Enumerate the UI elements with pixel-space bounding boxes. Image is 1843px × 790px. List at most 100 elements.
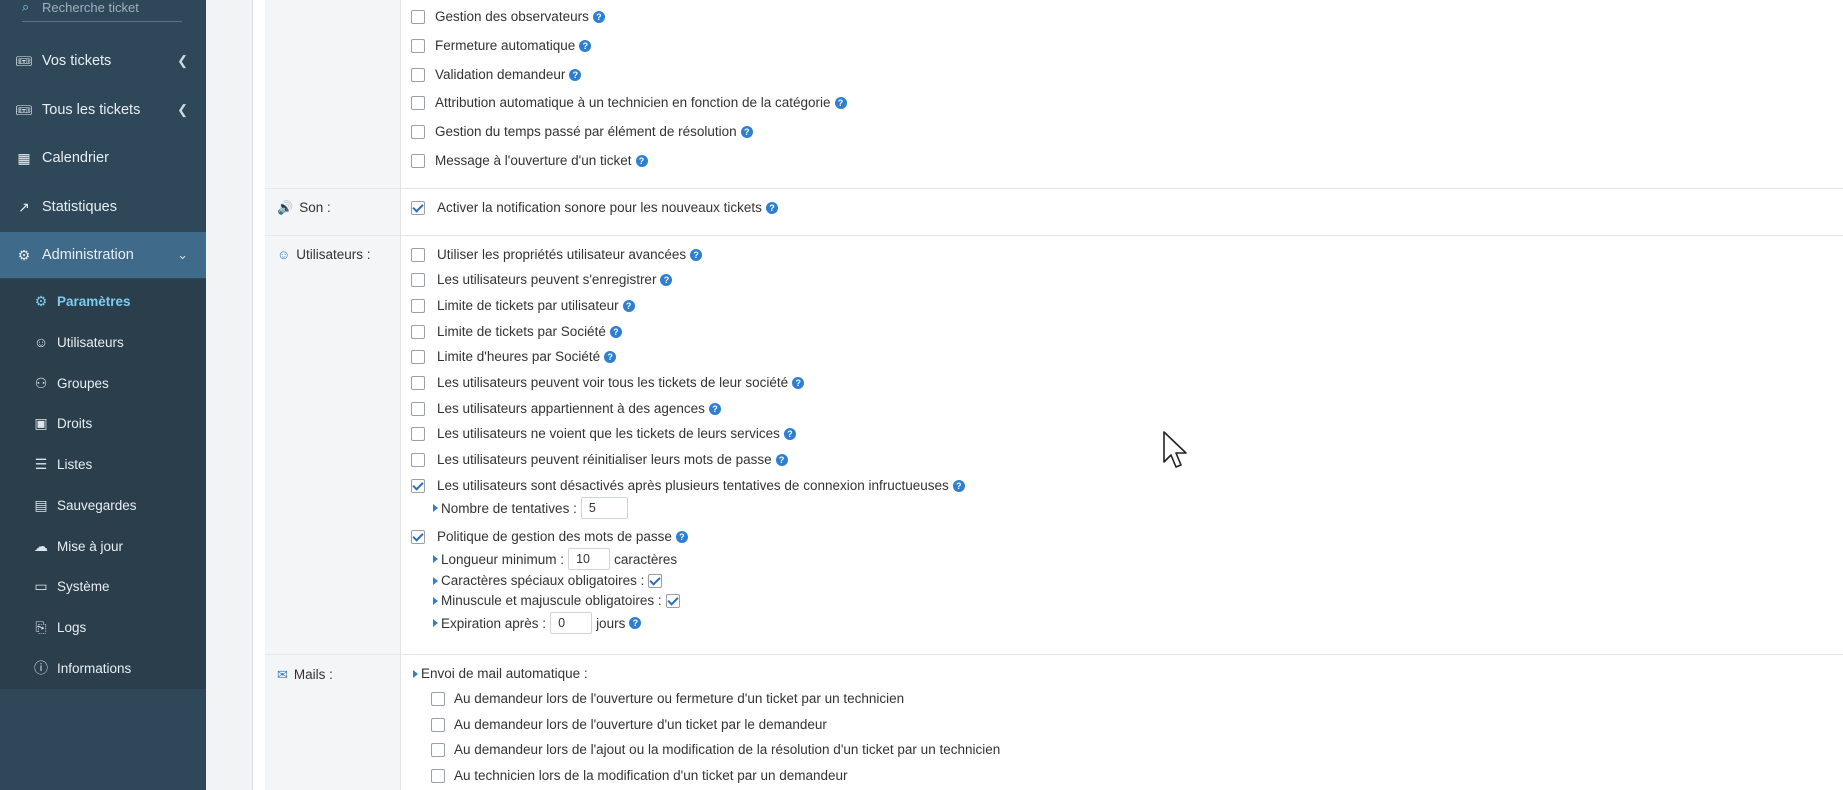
section-label-column: [265, 0, 401, 188]
checkbox-limite-heures-societe[interactable]: [411, 350, 425, 364]
field-label: Minuscule et majuscule obligatoires :: [441, 593, 662, 608]
checkbox-mail-resolution-technicien[interactable]: [431, 743, 445, 757]
help-icon[interactable]: ?: [675, 531, 688, 543]
checkbox-agences[interactable]: [411, 402, 425, 416]
mouse-cursor-icon: [1163, 431, 1187, 468]
checkbox-notification-sonore[interactable]: [411, 201, 425, 215]
help-icon[interactable]: ?: [604, 351, 617, 363]
help-icon[interactable]: ?: [569, 69, 582, 81]
nav-tous-les-tickets[interactable]: 🎟 Tous les tickets ❮: [0, 87, 206, 133]
option-label: Les utilisateurs peuvent s'enregistrer?: [437, 272, 673, 287]
option-label: Au demandeur lors de l'ouverture d'un ti…: [454, 717, 827, 732]
help-icon[interactable]: ?: [629, 617, 642, 629]
option-label: Utiliser les propriétés utilisateur avan…: [437, 247, 703, 262]
help-icon[interactable]: ?: [765, 202, 778, 214]
search-box[interactable]: ⌕ Recherche ticket: [22, 0, 182, 22]
sidebar-item-mise-a-jour[interactable]: ☁ Mise à jour: [0, 526, 206, 566]
field-unit: caractères: [614, 551, 678, 567]
checkbox-attribution-automatique[interactable]: [411, 96, 425, 110]
sidebar-item-logs[interactable]: ⎘ Logs: [0, 607, 206, 647]
field-label: Nombre de tentatives :: [441, 500, 577, 516]
nav-vos-tickets[interactable]: 🎟 Vos tickets ❮: [0, 38, 206, 84]
help-icon[interactable]: ?: [952, 480, 965, 492]
checkbox-gestion-temps[interactable]: [411, 125, 425, 139]
checkbox-tickets-services[interactable]: [411, 427, 425, 441]
checkbox-proprietes-avancees[interactable]: [411, 248, 425, 262]
checkbox-caracteres-speciaux[interactable]: [648, 573, 663, 588]
gear-icon: ⚙: [34, 292, 48, 309]
help-icon[interactable]: ?: [690, 249, 703, 261]
nav-calendrier[interactable]: ▦ Calendrier: [0, 135, 206, 181]
section-title-mails: ✉ Mails :: [277, 667, 333, 682]
help-icon[interactable]: ?: [775, 454, 788, 466]
sidebar-item-sauvegardes[interactable]: ▤ Sauvegardes: [0, 485, 206, 525]
longueur-input[interactable]: 10: [568, 548, 611, 570]
search-input[interactable]: Recherche ticket: [42, 0, 139, 15]
option-label: Au technicien lors de la modification d'…: [454, 768, 848, 783]
envelope-icon: ✉: [277, 667, 288, 682]
sidebar-item-systeme[interactable]: ▭ Système: [0, 566, 206, 606]
option-label: Les utilisateurs appartiennent à des age…: [437, 401, 721, 416]
checkbox-politique-mdp[interactable]: [411, 530, 425, 544]
sidebar-item-label: Droits: [57, 415, 93, 431]
option-label: Les utilisateurs sont désactivés après p…: [437, 478, 965, 493]
sidebar-item-label: Système: [57, 578, 110, 594]
tentatives-input[interactable]: 5: [580, 497, 628, 519]
checkbox-reinitialiser-mdp[interactable]: [411, 453, 425, 467]
help-icon[interactable]: ?: [834, 97, 847, 109]
expiration-input[interactable]: 0: [550, 612, 593, 634]
help-icon[interactable]: ?: [579, 40, 592, 52]
help-icon[interactable]: ?: [660, 274, 673, 286]
caret-right-icon: [433, 619, 438, 627]
nav-label: Calendrier: [42, 150, 109, 166]
checkbox-mail-ouverture-demandeur[interactable]: [431, 718, 445, 732]
checkbox-desactives-tentatives[interactable]: [411, 479, 425, 493]
ticket-icon: 🎟: [15, 52, 33, 69]
desktop-icon: ▭: [34, 577, 48, 594]
checkbox-validation-demandeur[interactable]: [411, 68, 425, 82]
sidebar-item-parametres[interactable]: ⚙ Paramètres: [0, 281, 206, 321]
checkbox-fermeture-automatique[interactable]: [411, 39, 425, 53]
checkbox-mail-ouverture-fermeture-technicien[interactable]: [431, 692, 445, 706]
nav-statistiques[interactable]: ↗ Statistiques: [0, 184, 206, 230]
checkbox-limite-tickets-societe[interactable]: [411, 325, 425, 339]
list-icon: ☰: [34, 455, 48, 472]
sidebar-item-groupes[interactable]: ⚇ Groupes: [0, 363, 206, 403]
sidebar-item-utilisateurs[interactable]: ☺ Utilisateurs: [0, 322, 206, 362]
help-icon[interactable]: ?: [792, 377, 805, 389]
checkbox-minuscule-majuscule[interactable]: [665, 593, 680, 608]
checkbox-message-ouverture[interactable]: [411, 154, 425, 168]
checkbox-mail-modification-demandeur[interactable]: [431, 769, 445, 783]
sidebar-item-label: Informations: [57, 660, 132, 676]
row-nombre-tentatives: Nombre de tentatives : 5: [433, 497, 632, 519]
sidebar-item-droits[interactable]: ▣ Droits: [0, 403, 206, 443]
help-icon[interactable]: ?: [609, 326, 622, 338]
help-icon[interactable]: ?: [708, 403, 721, 415]
volume-icon: 🔊: [277, 200, 294, 215]
sidebar-item-listes[interactable]: ☰ Listes: [0, 444, 206, 484]
nav-administration[interactable]: ⚙ Administration ⌄: [0, 232, 206, 278]
checkbox-limite-tickets-utilisateur[interactable]: [411, 299, 425, 313]
field-label: Caractères spéciaux obligatoires :: [441, 573, 645, 588]
checkbox-gestion-observateurs[interactable]: [411, 10, 425, 24]
help-icon[interactable]: ?: [622, 300, 635, 312]
section-label-column: [265, 236, 401, 654]
admin-submenu: ⚙ Paramètres ☺ Utilisateurs ⚇ Groupes ▣ …: [0, 279, 206, 689]
users-icon: ⚇: [34, 374, 48, 391]
nav-label: Administration: [42, 247, 134, 263]
checkbox-enregistrer[interactable]: [411, 273, 425, 287]
option-label: Activer la notification sonore pour les …: [437, 200, 778, 215]
checkbox-voir-tickets-societe[interactable]: [411, 376, 425, 390]
sidebar-item-label: Utilisateurs: [57, 334, 124, 350]
option-label: Les utilisateurs ne voient que les ticke…: [437, 426, 796, 441]
lock-icon: ▣: [34, 414, 48, 431]
info-icon: ⓘ: [34, 660, 48, 676]
user-icon: ☺: [33, 334, 49, 350]
help-icon[interactable]: ?: [635, 155, 648, 167]
help-icon[interactable]: ?: [740, 126, 753, 138]
caret-right-icon: [413, 669, 418, 678]
help-icon[interactable]: ?: [592, 11, 605, 23]
help-icon[interactable]: ?: [783, 428, 796, 440]
section-title-utilisateurs: ☺ Utilisateurs :: [277, 247, 371, 262]
sidebar-item-informations[interactable]: ⓘ Informations: [0, 648, 206, 688]
